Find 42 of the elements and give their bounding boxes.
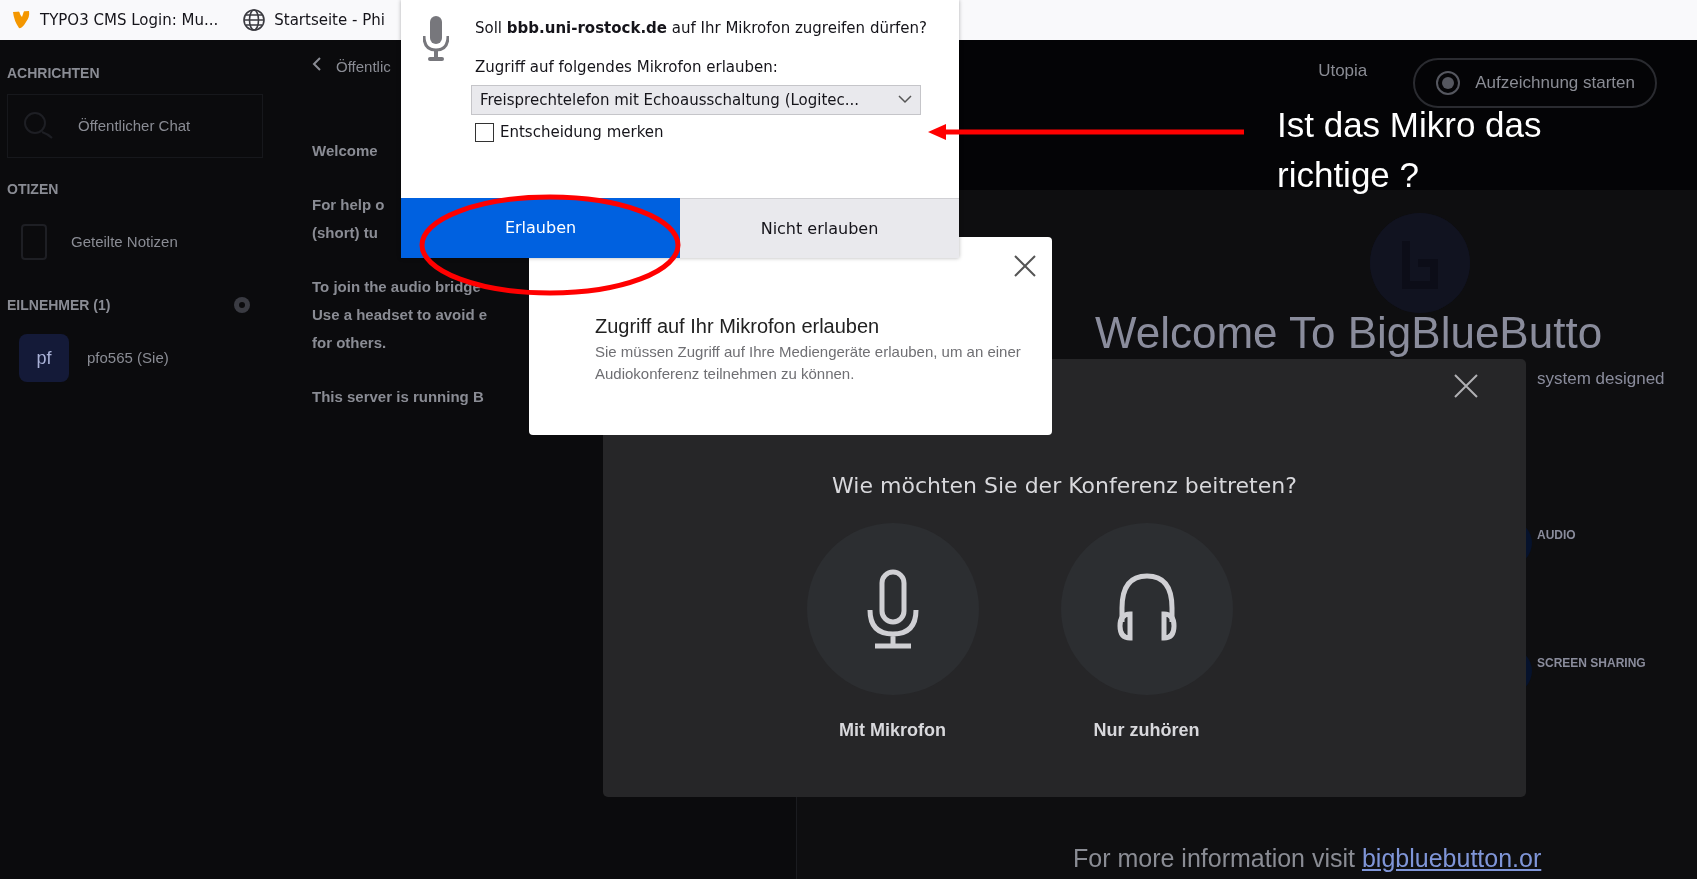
checkbox-label[interactable]: Entscheidung merken (500, 121, 664, 144)
feature-heading: SCREEN SHARING (1537, 655, 1646, 672)
footer-link[interactable]: bigbluebutton.or (1361, 844, 1542, 872)
section-heading: OTIZEN (7, 179, 59, 199)
close-icon (1453, 373, 1479, 399)
microphone-icon (423, 16, 449, 62)
chat-message: This server is running B (312, 386, 484, 407)
back-chevron-icon[interactable] (312, 56, 322, 72)
browser-tab-title[interactable]: Startseite - Phi (274, 8, 385, 32)
section-heading: ACHRICHTEN (7, 63, 100, 83)
user-name: pfo565 (Sie) (87, 347, 169, 368)
sidebar-item[interactable]: Öffentlicher Chat (7, 94, 263, 158)
record-button[interactable]: Aufzeichnung starten (1413, 58, 1657, 108)
item-label: Öffentlicher Chat (78, 115, 191, 136)
user-avatar: pf (19, 334, 69, 382)
meeting-name: Utopia (1318, 60, 1368, 82)
footer-text: For more information visit (1073, 844, 1357, 872)
browser-tab-title[interactable]: TYPO3 CMS Login: Mu... (40, 8, 219, 32)
allow-button[interactable]: Erlauben (401, 198, 680, 258)
flame-logo-icon (10, 9, 32, 31)
sidebar-item[interactable]: Geteilte Notizen (71, 230, 178, 254)
chat-message: For help o (short) tu (312, 194, 385, 243)
close-button[interactable] (1453, 373, 1479, 399)
chat-title[interactable]: Öffentlic (336, 56, 391, 79)
close-button[interactable] (1014, 253, 1036, 277)
field-label: Zugriff auf folgendes Mikrofon erlauben: (475, 57, 779, 78)
globe-icon (242, 8, 267, 32)
microphone-select[interactable]: Freisprechtelefon mit Echoausschaltung (Logitec... (471, 84, 921, 115)
chat-message: Welcome (312, 140, 378, 161)
chevron-down-icon (898, 95, 912, 105)
welcome-title: Welcome To BigBlueButto (1095, 307, 1603, 359)
notice-text: Sie müssen Zugriff auf Ihre Mediengeräte erlauben, um an einer Audiokonferenz teilnehmen zu können. (595, 342, 1022, 384)
deny-button[interactable]: Nicht erlauben (680, 198, 959, 258)
record-icon (1435, 70, 1462, 96)
notice-title: Zugriff auf Ihr Mikrofon erlauben (595, 314, 881, 339)
section-heading: EILNEHMER (1) (7, 295, 111, 315)
dialog-title: Wie möchten Sie der Konferenz beitreten? (831, 472, 1298, 500)
welcome-subtitle: system designed (1537, 368, 1665, 390)
checkbox[interactable] (475, 122, 494, 142)
feature-heading: AUDIO (1537, 527, 1576, 544)
permission-prompt: Soll bbb.uni-rostock.de auf Ihr Mikrofon zugreifen dürfen? (475, 18, 929, 39)
close-icon (1014, 254, 1036, 277)
